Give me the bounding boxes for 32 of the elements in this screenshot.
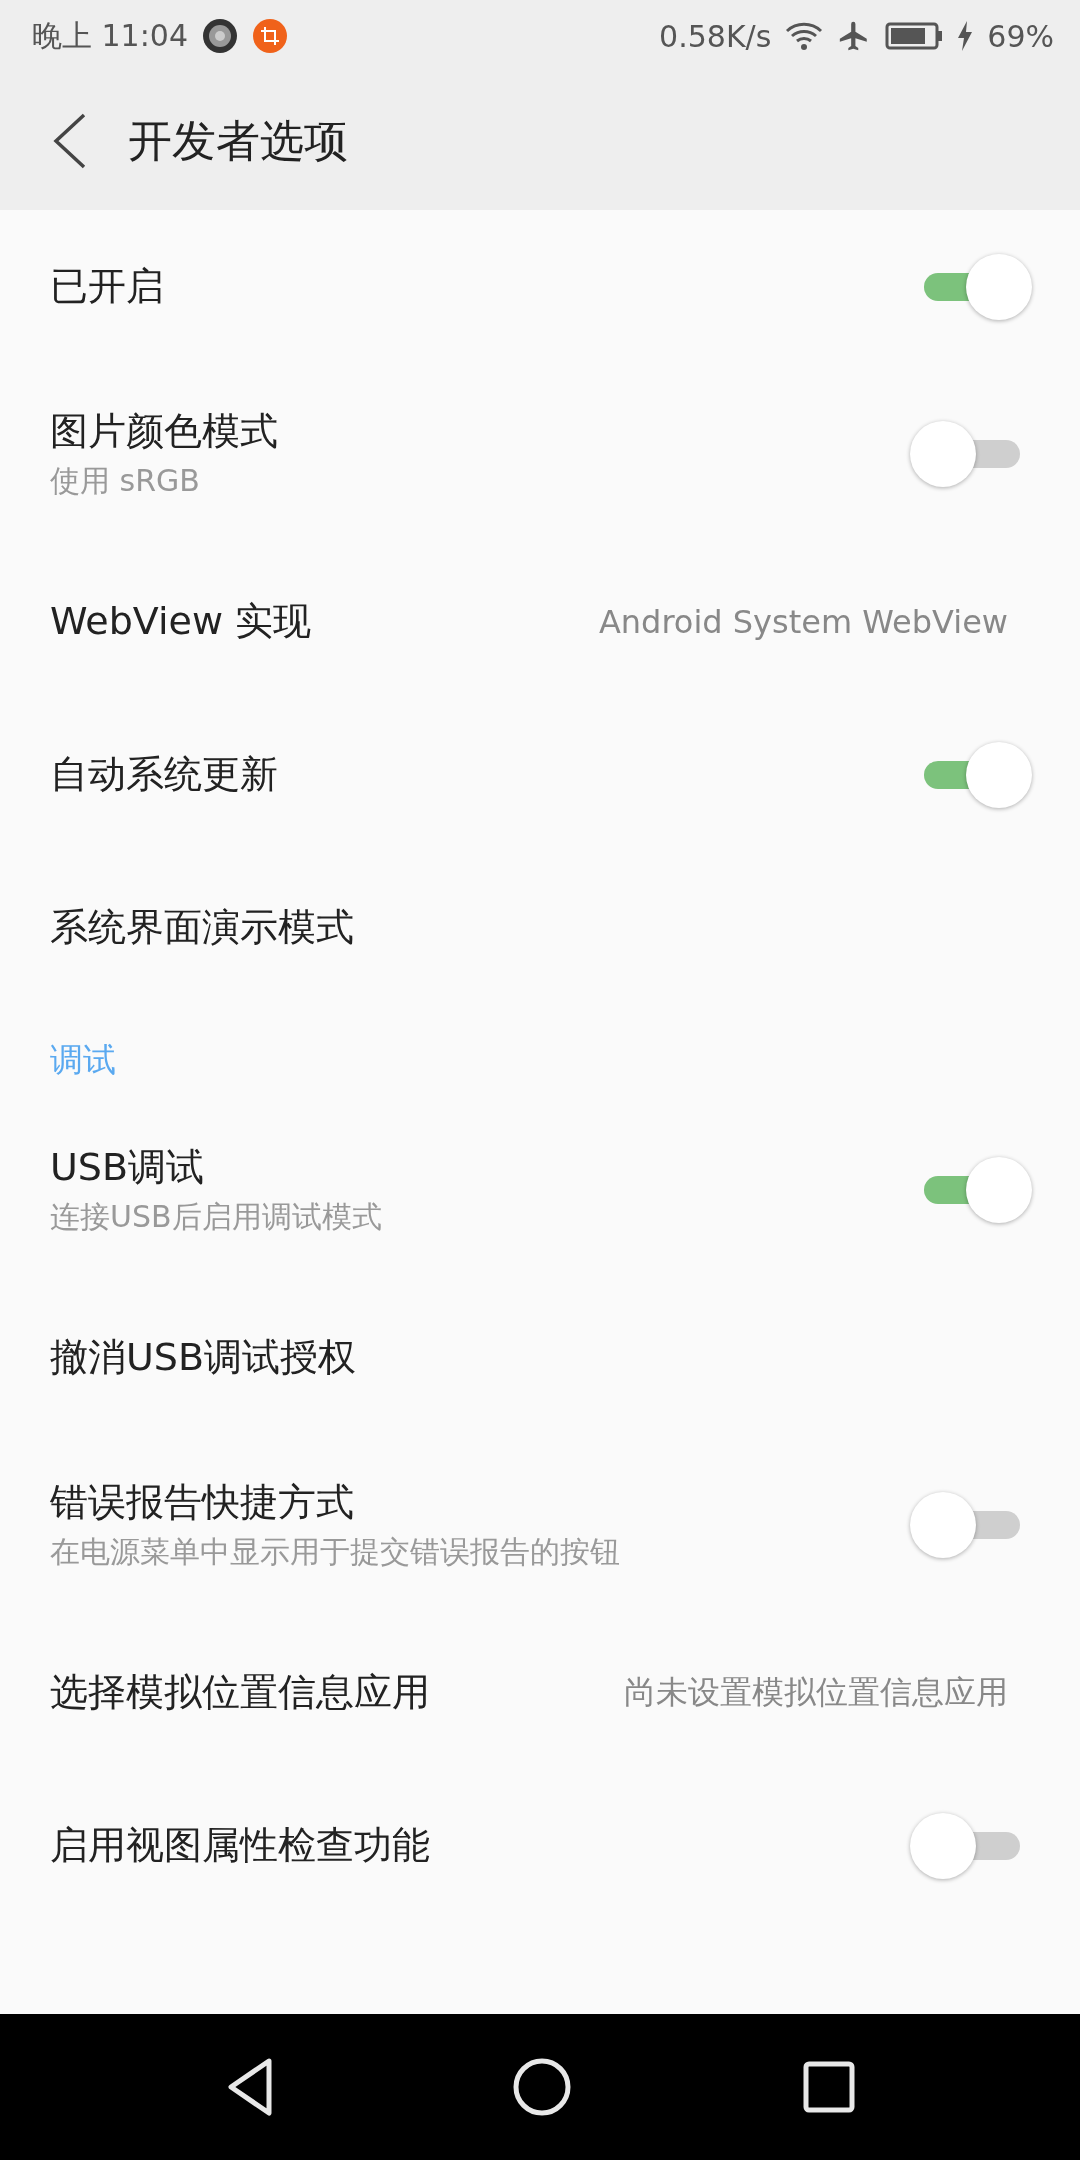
setting-row[interactable]: WebView 实现 Android System WebView	[0, 545, 1080, 698]
setting-title: USB调试	[50, 1144, 205, 1191]
setting-subtitle: 在电源菜单中显示用于提交错误报告的按钮	[50, 1533, 621, 1571]
setting-row[interactable]: 选择模拟位置信息应用 尚未设置模拟位置信息应用	[0, 1616, 1080, 1769]
setting-title: 系统界面演示模式	[50, 904, 355, 951]
page-title: 开发者选项	[128, 113, 348, 168]
setting-title: 撤消USB调试授权	[50, 1334, 357, 1381]
setting-subtitle: 使用 sRGB	[50, 462, 201, 500]
charging-bolt-icon	[957, 21, 974, 51]
recents-nav-icon[interactable]	[802, 2061, 855, 2113]
wifi-icon	[785, 21, 824, 51]
setting-title: 选择模拟位置信息应用	[50, 1669, 431, 1716]
home-nav-icon[interactable]	[512, 2057, 572, 2117]
battery-percent: 69%	[987, 18, 1054, 54]
setting-row[interactable]: 系统界面演示模式	[0, 851, 1080, 1004]
setting-value: Android System WebView	[598, 602, 1008, 641]
setting-subtitle: 连接USB后启用调试模式	[50, 1198, 383, 1236]
battery-icon	[885, 21, 944, 51]
setting-value: 尚未设置模拟位置信息应用	[624, 1671, 1008, 1713]
camera-lens-icon	[202, 18, 238, 54]
setting-title: 自动系统更新	[50, 751, 279, 798]
setting-row[interactable]: 撤消USB调试授权	[0, 1281, 1080, 1434]
status-time: 晚上 11:04	[32, 16, 188, 55]
setting-title: 启用视图属性检查功能	[50, 1822, 431, 1869]
setting-title: 已开启	[50, 263, 165, 310]
setting-title: 错误报告快捷方式	[50, 1479, 355, 1526]
section-header: 调试	[49, 1039, 117, 1081]
crop-app-icon	[252, 18, 288, 54]
setting-title: WebView 实现	[50, 598, 313, 645]
setting-title: 图片颜色模式	[50, 408, 279, 455]
network-speed: 0.58K/s	[659, 18, 772, 54]
back-icon[interactable]	[52, 113, 88, 169]
